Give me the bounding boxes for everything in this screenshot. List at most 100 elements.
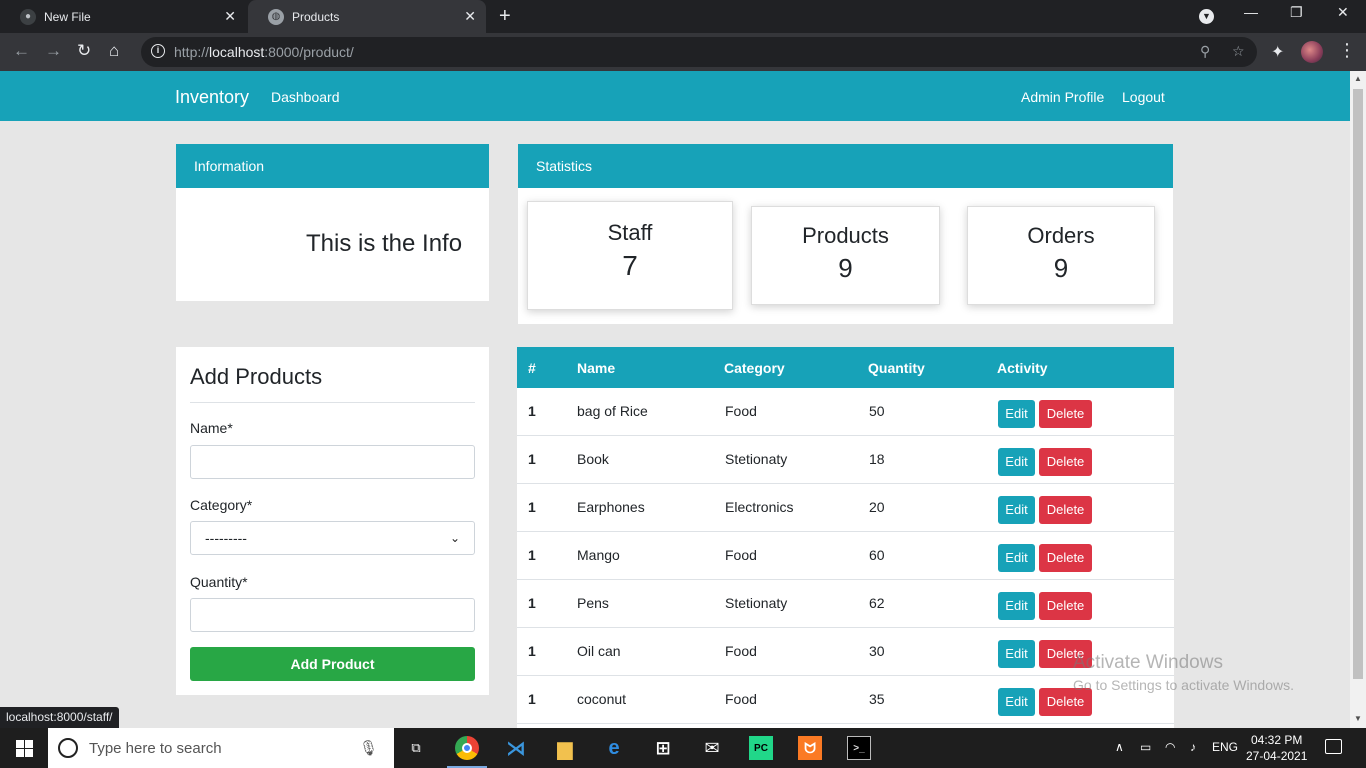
row-quantity: 35 bbox=[869, 691, 885, 707]
microphone-icon[interactable]: 🎙 bbox=[359, 739, 378, 757]
reload-icon[interactable]: ↻ bbox=[77, 41, 91, 61]
new-tab-icon[interactable]: + bbox=[499, 5, 511, 28]
terminal-icon[interactable]: >_ bbox=[847, 736, 871, 760]
tab-label: Products bbox=[292, 9, 340, 24]
restore-icon[interactable]: ❐ bbox=[1290, 4, 1303, 21]
row-category: Stetionaty bbox=[725, 451, 788, 467]
edit-button[interactable]: Edit bbox=[998, 640, 1035, 668]
site-info-icon[interactable]: i bbox=[151, 44, 165, 58]
taskbar-search[interactable]: Type here to search 🎙 bbox=[48, 728, 394, 768]
zoom-icon[interactable]: ⚲ bbox=[1200, 43, 1210, 60]
row-name: Book bbox=[577, 451, 609, 467]
row-quantity: 30 bbox=[869, 643, 885, 659]
address-bar[interactable]: i http://localhost:8000/product/ ⚲ ☆ bbox=[141, 37, 1257, 67]
windows-start-icon[interactable] bbox=[16, 740, 33, 757]
store-icon[interactable]: ⊞ bbox=[651, 736, 675, 760]
quantity-input[interactable] bbox=[190, 598, 475, 632]
browser-tab-bar: ● New File ✕ ◍ Products ✕ + ▼ — ❐ ✕ bbox=[0, 0, 1366, 33]
delete-button[interactable]: Delete bbox=[1039, 448, 1092, 476]
scroll-down-icon[interactable]: ▼ bbox=[1354, 714, 1362, 723]
row-category: Food bbox=[725, 547, 757, 563]
close-tab-icon[interactable]: ✕ bbox=[224, 8, 236, 25]
vscode-icon[interactable]: ⋊ bbox=[504, 736, 528, 760]
tab-search-icon[interactable]: ▼ bbox=[1199, 9, 1214, 24]
col-header-name: Name bbox=[577, 360, 616, 376]
stat-orders: Orders 9 bbox=[967, 206, 1155, 305]
task-view-icon[interactable]: ⧉ bbox=[404, 736, 428, 760]
delete-button[interactable]: Delete bbox=[1039, 592, 1092, 620]
row-name: Pens bbox=[577, 595, 609, 611]
row-quantity: 18 bbox=[869, 451, 885, 467]
edit-button[interactable]: Edit bbox=[998, 688, 1035, 716]
mail-icon[interactable]: ✉ bbox=[700, 736, 724, 760]
chevron-down-icon: ⌄ bbox=[449, 531, 460, 545]
row-category: Food bbox=[725, 403, 757, 419]
category-selected: --------- bbox=[205, 530, 247, 546]
pycharm-icon[interactable]: PC bbox=[749, 736, 773, 760]
windows-taskbar: Type here to search 🎙 ⧉ ⋊ ▆ e ⊞ ✉ PC ᗢ >… bbox=[0, 728, 1366, 768]
edit-button[interactable]: Edit bbox=[998, 448, 1035, 476]
clock-time: 04:32 PM bbox=[1251, 733, 1303, 747]
scrollbar-thumb[interactable] bbox=[1353, 89, 1363, 679]
battery-icon[interactable]: ▭ bbox=[1140, 740, 1151, 754]
bookmark-star-icon[interactable]: ☆ bbox=[1232, 43, 1245, 60]
information-card: Information This is the Info bbox=[176, 144, 489, 301]
row-name: Earphones bbox=[577, 499, 645, 515]
form-title: Add Products bbox=[190, 364, 475, 403]
row-number: 1 bbox=[528, 499, 536, 515]
cortana-icon bbox=[58, 738, 78, 758]
edit-button[interactable]: Edit bbox=[998, 544, 1035, 572]
stat-value: 7 bbox=[622, 250, 638, 281]
delete-button[interactable]: Delete bbox=[1039, 400, 1092, 428]
row-category: Stetionaty bbox=[725, 595, 788, 611]
tray-chevron-icon[interactable]: ∧ bbox=[1115, 740, 1124, 754]
xampp-icon[interactable]: ᗢ bbox=[798, 736, 822, 760]
forward-icon[interactable]: → bbox=[45, 41, 62, 61]
wifi-icon[interactable]: ◠ bbox=[1165, 740, 1175, 754]
close-window-icon[interactable]: ✕ bbox=[1337, 4, 1349, 21]
category-select[interactable]: --------- ⌄ bbox=[190, 521, 475, 555]
profile-avatar[interactable] bbox=[1301, 41, 1323, 63]
stat-products: Products 9 bbox=[751, 206, 940, 305]
chrome-icon[interactable] bbox=[455, 736, 479, 760]
edit-button[interactable]: Edit bbox=[998, 496, 1035, 524]
admin-profile-link[interactable]: Admin Profile bbox=[1021, 89, 1104, 105]
minimize-icon[interactable]: — bbox=[1244, 4, 1258, 20]
language-indicator[interactable]: ENG bbox=[1212, 740, 1238, 754]
row-category: Electronics bbox=[725, 499, 794, 515]
clock-date: 27-04-2021 bbox=[1246, 749, 1308, 763]
row-quantity: 60 bbox=[869, 547, 885, 563]
info-text: This is the Info bbox=[306, 230, 463, 257]
tab-products[interactable]: ◍ Products ✕ bbox=[248, 0, 486, 33]
col-header-activity: Activity bbox=[997, 360, 1048, 376]
logout-link[interactable]: Logout bbox=[1122, 89, 1165, 105]
volume-icon[interactable]: ♪ bbox=[1190, 740, 1196, 754]
edit-button[interactable]: Edit bbox=[998, 400, 1035, 428]
menu-kebab-icon[interactable]: ⋮ bbox=[1338, 40, 1356, 61]
brand-link[interactable]: Inventory bbox=[175, 87, 249, 108]
app-navbar: Inventory Dashboard Admin Profile Logout bbox=[0, 71, 1350, 121]
dashboard-link[interactable]: Dashboard bbox=[271, 89, 340, 105]
back-icon[interactable]: ← bbox=[13, 41, 30, 61]
row-category: Food bbox=[725, 643, 757, 659]
quantity-label: Quantity* bbox=[190, 574, 248, 590]
tab-label: New File bbox=[44, 9, 91, 24]
scroll-up-icon[interactable]: ▲ bbox=[1354, 74, 1362, 83]
delete-button[interactable]: Delete bbox=[1039, 544, 1092, 572]
stat-value: 9 bbox=[1053, 253, 1069, 283]
page-scrollbar[interactable]: ▲ ▼ bbox=[1350, 71, 1366, 728]
delete-button[interactable]: Delete bbox=[1039, 496, 1092, 524]
taskbar-clock[interactable]: 04:32 PM 27-04-2021 bbox=[1246, 732, 1307, 764]
edit-button[interactable]: Edit bbox=[998, 592, 1035, 620]
notification-icon[interactable] bbox=[1325, 739, 1342, 754]
globe-icon: ◍ bbox=[268, 8, 284, 25]
home-icon[interactable]: ⌂ bbox=[109, 41, 119, 61]
extensions-icon[interactable]: ✦ bbox=[1271, 42, 1284, 62]
close-tab-icon[interactable]: ✕ bbox=[464, 8, 476, 25]
row-name: bag of Rice bbox=[577, 403, 648, 419]
tab-new-file[interactable]: ● New File ✕ bbox=[0, 0, 246, 33]
add-product-button[interactable]: Add Product bbox=[190, 647, 475, 681]
name-input[interactable] bbox=[190, 445, 475, 479]
file-explorer-icon[interactable]: ▆ bbox=[553, 736, 577, 760]
edge-icon[interactable]: e bbox=[602, 736, 626, 760]
